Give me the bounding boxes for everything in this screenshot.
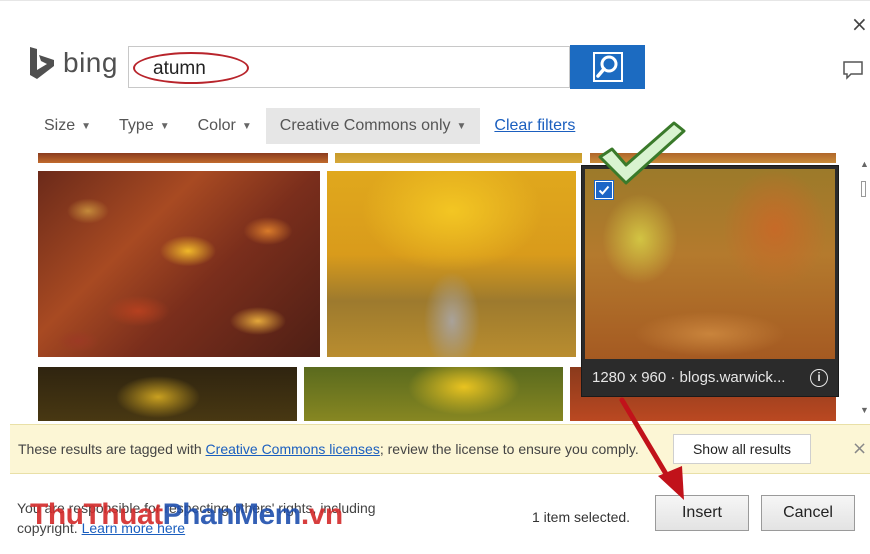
filter-size-label: Size xyxy=(44,117,76,134)
chevron-down-icon: ▼ xyxy=(456,120,467,132)
notice-suffix: ; review the license to ensure you compl… xyxy=(379,441,639,457)
filter-size[interactable]: Size ▼ xyxy=(30,108,105,144)
scroll-thumb[interactable] xyxy=(861,181,866,197)
filter-creative-commons[interactable]: Creative Commons only ▼ xyxy=(265,108,481,144)
search-input[interactable]: atumn xyxy=(128,46,570,88)
close-icon[interactable]: × xyxy=(851,14,868,34)
checkmark-icon xyxy=(596,182,612,198)
cancel-button[interactable]: Cancel xyxy=(761,495,855,531)
license-notice-bar: These results are tagged with Creative C… xyxy=(10,424,870,474)
bing-logo: bing xyxy=(27,45,118,81)
image-thumbnail[interactable] xyxy=(335,153,582,163)
show-all-results-button[interactable]: Show all results xyxy=(673,434,811,464)
insert-pictures-dialog: × bing atumn Size ▼ Type ▼ Color ▼ Creative… xyxy=(0,0,870,554)
selection-count: 1 item selected. xyxy=(532,509,631,525)
chevron-down-icon: ▼ xyxy=(81,120,92,132)
close-icon[interactable]: × xyxy=(852,438,867,459)
watermark-part1: ThuThuat xyxy=(30,498,163,531)
creative-commons-link[interactable]: Creative Commons licenses xyxy=(206,441,380,457)
bing-logo-icon xyxy=(30,47,54,79)
image-thumbnail[interactable] xyxy=(38,367,297,421)
image-thumbnail[interactable] xyxy=(38,153,328,163)
brand-name: bing xyxy=(63,47,118,78)
magnifier-icon xyxy=(592,52,623,82)
watermark-part3: .vn xyxy=(300,498,343,531)
scroll-down-icon[interactable]: ▼ xyxy=(860,405,869,415)
search-button[interactable] xyxy=(570,45,645,89)
scroll-up-icon[interactable]: ▲ xyxy=(860,159,869,169)
image-checkbox[interactable] xyxy=(594,180,614,200)
image-thumbnail[interactable] xyxy=(304,367,563,421)
insert-button[interactable]: Insert xyxy=(655,495,749,531)
notice-prefix: These results are tagged with xyxy=(18,441,206,457)
results-scrollbar[interactable]: ▲ ▼ xyxy=(858,153,870,421)
image-thumbnail[interactable] xyxy=(38,171,320,357)
watermark-part2: PhanMem xyxy=(162,498,302,531)
image-thumbnail[interactable] xyxy=(590,153,836,163)
image-meta: 1280 x 960 · blogs.warwick... xyxy=(592,369,786,386)
license-notice-text: These results are tagged with Creative C… xyxy=(18,441,639,457)
filter-type-label: Type xyxy=(119,117,154,134)
filter-type[interactable]: Type ▼ xyxy=(105,108,184,144)
filter-color[interactable]: Color ▼ xyxy=(184,108,266,144)
selected-image-card[interactable]: 1280 x 960 · blogs.warwick... i xyxy=(581,165,839,397)
chevron-down-icon: ▼ xyxy=(159,120,170,132)
filter-color-label: Color xyxy=(197,117,236,134)
chevron-down-icon: ▼ xyxy=(241,120,252,132)
selected-image[interactable] xyxy=(585,169,835,359)
clear-filters-link[interactable]: Clear filters xyxy=(480,117,589,135)
filter-creative-commons-label: Creative Commons only xyxy=(279,117,451,134)
speech-bubble-icon[interactable] xyxy=(842,59,864,81)
watermark-logo: ThuThuatPhanMem.vn xyxy=(30,498,343,532)
image-thumbnail[interactable] xyxy=(327,171,576,357)
info-icon[interactable]: i xyxy=(810,369,828,387)
filter-bar: Size ▼ Type ▼ Color ▼ Creative Commons only… xyxy=(30,108,589,144)
highlight-oval xyxy=(133,52,249,84)
